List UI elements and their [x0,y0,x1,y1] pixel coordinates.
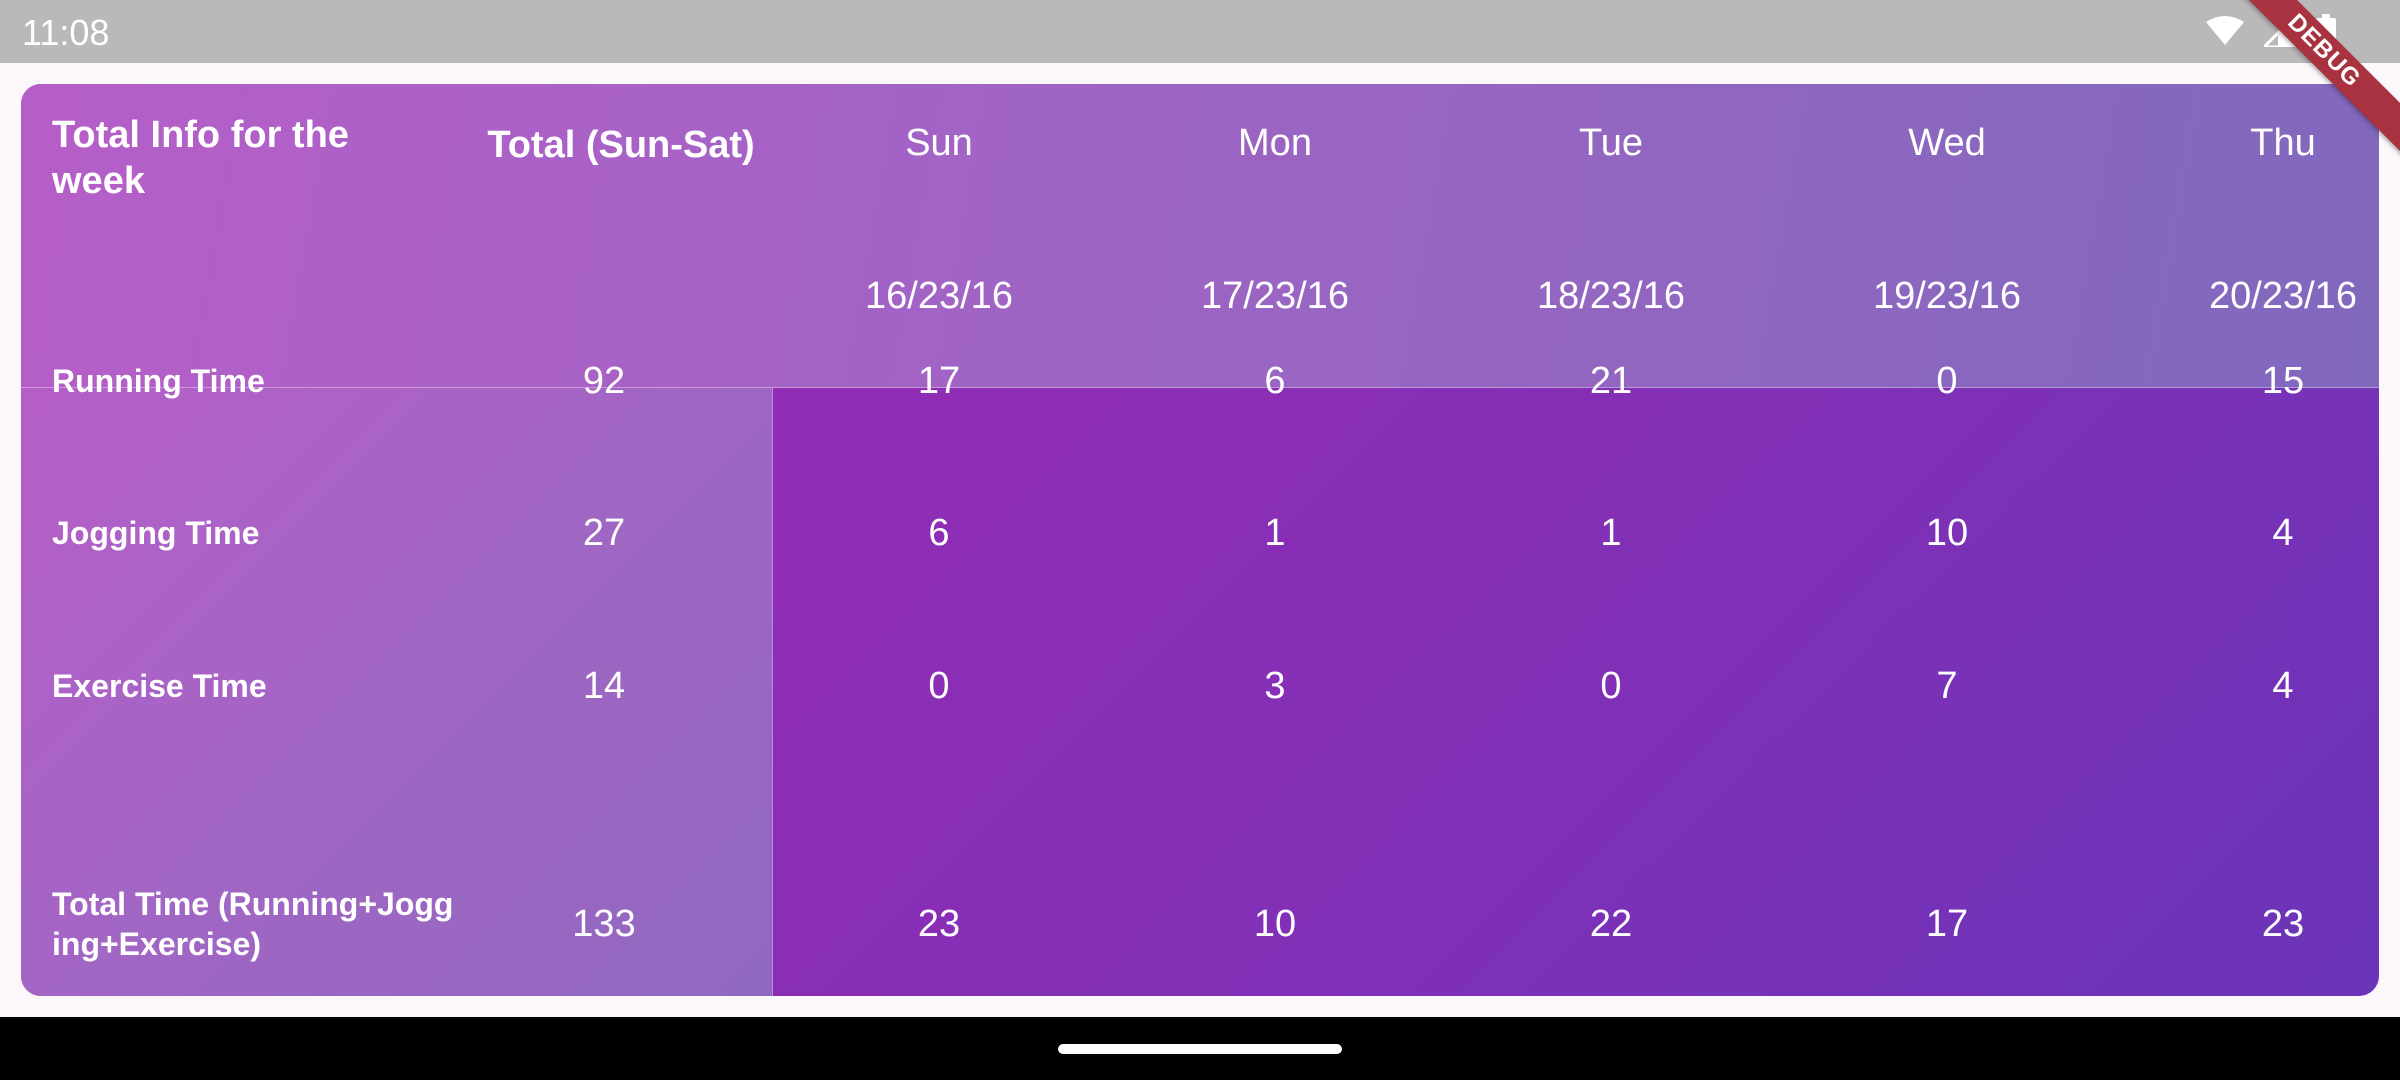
table-cell: 7 [1936,664,1958,707]
table-cell: 0 [1600,664,1622,707]
row-total-jogging-time: 27 [582,511,626,554]
table-cell: 10 [1925,511,1969,554]
table-cell: 3 [1264,664,1286,707]
day-header-wed: Wed [1908,121,1986,164]
status-time: 11:08 [22,12,110,53]
home-indicator[interactable] [1058,1044,1342,1054]
table-cell: 4 [2272,664,2294,707]
table-cell: 17 [917,359,961,402]
table-cell: 22 [1589,902,1633,945]
status-bar: 11:08 [0,0,2400,63]
day-header-tue: Tue [1578,121,1644,164]
table-cell: 17 [1925,902,1969,945]
table-cell: 0 [928,664,950,707]
day-date-wed: 19/23/16 [1873,274,2021,317]
day-date-thu: 20/23/16 [2209,274,2357,317]
total-column-header: Total (Sun-Sat) [487,123,755,166]
table-cell: 4 [2272,511,2294,554]
day-header-thu: Thu [2250,121,2316,164]
row-total-exercise-time: 14 [582,664,626,707]
table-cell: 1 [1264,511,1286,554]
table-cell: 21 [1589,359,1633,402]
table-corner-title: Total Info for the week [52,114,349,202]
table-cell: 1 [1600,511,1622,554]
row-label-jogging-time: Jogging Time [52,515,260,551]
row-total-running-time: 92 [582,359,626,402]
day-header-mon: Mon [1238,121,1312,164]
weekly-info-table: Total Info for the week Total (Sun-Sat) … [21,84,2379,996]
day-date-mon: 17/23/16 [1201,274,1349,317]
day-header-sun: Sun [905,121,973,164]
row-label-total-time: Total Time (Running+Jogging+Exercise) [52,886,454,962]
table-cell: 10 [1253,902,1297,945]
table-cell: 6 [928,511,950,554]
table-cell: 23 [917,902,961,945]
table-cell: 15 [2261,359,2305,402]
table-cell: 6 [1264,359,1286,402]
table-cell: 23 [2261,902,2305,945]
row-total-total-time: 133 [572,902,636,945]
row-label-running-time: Running Time [52,363,265,399]
row-label-exercise-time: Exercise Time [52,668,267,704]
wifi-icon [2206,16,2244,51]
day-date-sun: 16/23/16 [865,274,1013,317]
table-cell: 0 [1936,359,1958,402]
day-date-tue: 18/23/16 [1537,274,1685,317]
